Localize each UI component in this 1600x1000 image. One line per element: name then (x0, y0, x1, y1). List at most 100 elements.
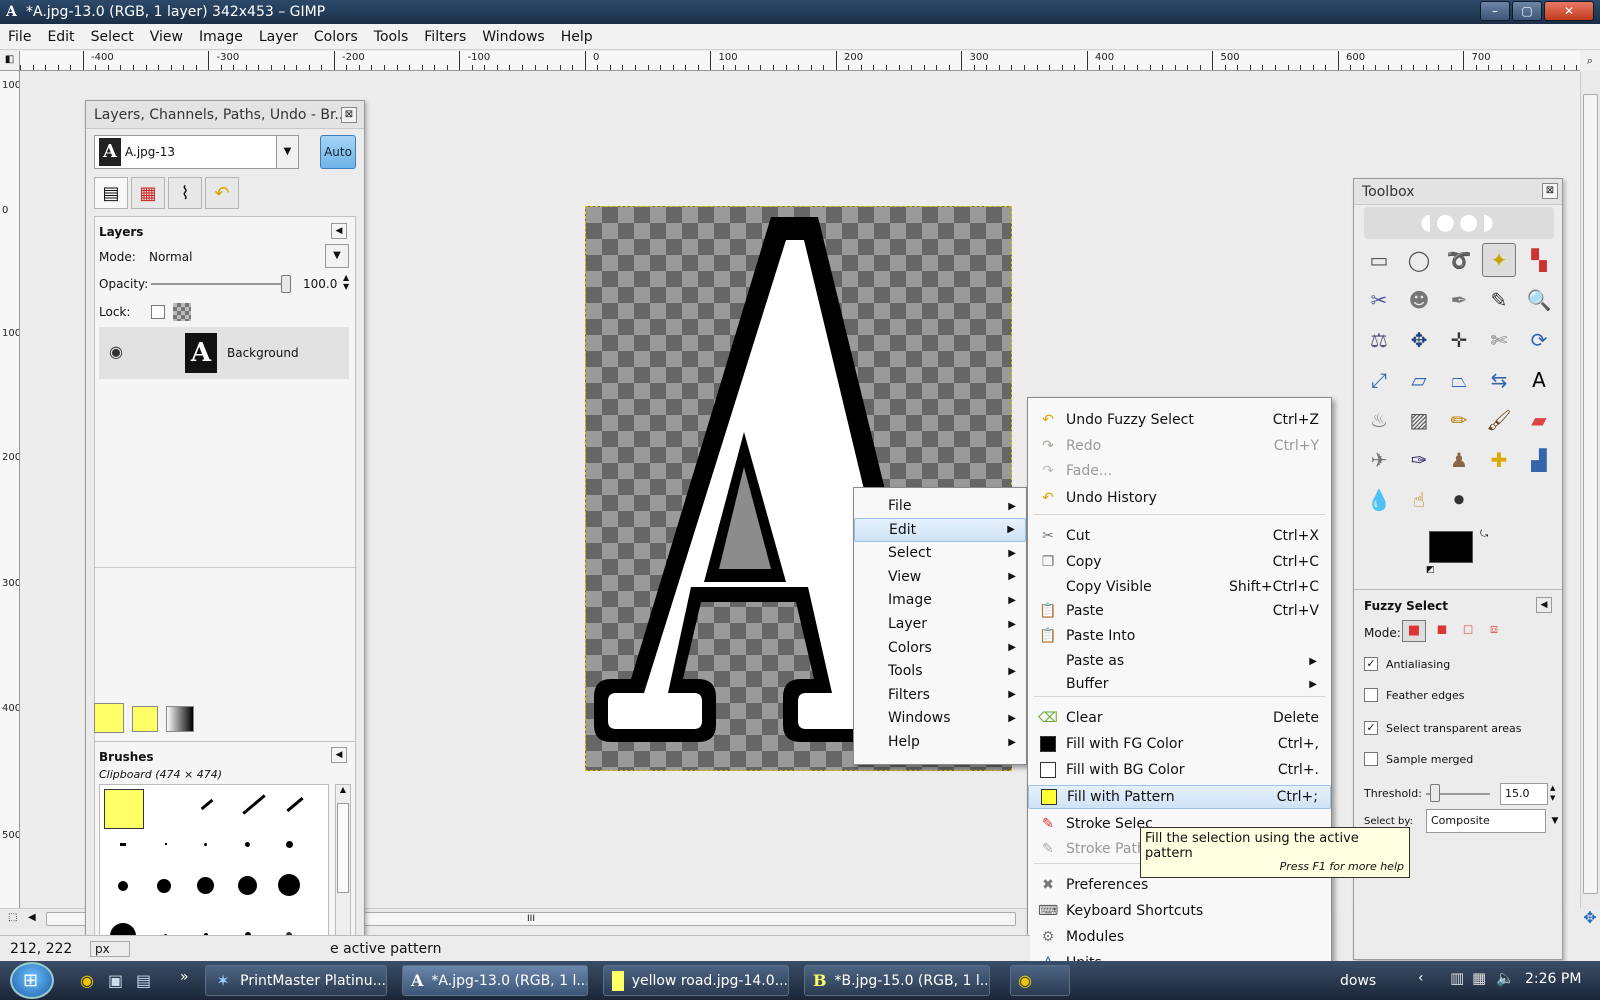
opacity-spinner-icon[interactable]: ▲ ▼ (343, 273, 349, 291)
context-menu-item-tools[interactable]: Tools ▶ (854, 659, 1026, 683)
select-transparent-option[interactable]: ✓ Select transparent areas (1364, 721, 1522, 735)
perspective-tool-icon[interactable]: ⏢ (1442, 363, 1476, 397)
horizontal-ruler[interactable]: -400 -300 -200 -100 0 100 200 300 400 500 600 700 (20, 51, 1580, 71)
menu-filters[interactable]: Filters (416, 29, 474, 45)
threshold-spinner-icon[interactable]: ▲ ▼ (1550, 783, 1555, 803)
edit-menu-item-keyboard-shortcuts[interactable]: ⌨ Keyboard Shortcuts (1028, 899, 1331, 923)
edit-menu-item-fill-with-pattern[interactable]: Fill with Pattern Ctrl+; (1028, 785, 1331, 809)
pattern-swatch-button[interactable] (132, 706, 158, 732)
edit-menu-item-fill-with-bg-color[interactable]: Fill with BG Color Ctrl+. (1028, 758, 1331, 782)
brush-item[interactable] (204, 843, 207, 846)
select-transparent-checkbox[interactable]: ✓ (1364, 721, 1378, 735)
ink-tool-icon[interactable]: ✑ (1402, 443, 1436, 477)
fg-color-swatch[interactable] (1429, 531, 1473, 563)
task-overflow[interactable]: ◉ (1010, 965, 1070, 996)
switch-windows-icon[interactable]: ▤ (136, 971, 151, 990)
airbrush-icon[interactable]: ✈ (1362, 443, 1396, 477)
opacity-value[interactable]: 100.0 (303, 277, 337, 291)
context-menu-item-view[interactable]: View ▶ (854, 565, 1026, 589)
tray-network-icon[interactable]: ▥ (1450, 969, 1464, 987)
toolbox-close-icon[interactable]: ⊠ (1542, 183, 1558, 199)
dodge-burn-icon[interactable]: ⚫ (1442, 483, 1476, 517)
context-menu-item-colors[interactable]: Colors ▶ (854, 636, 1026, 660)
edit-menu-item-clear[interactable]: ⌫ Clear Delete (1028, 706, 1331, 730)
tray-monitor-icon[interactable]: ▦ (1472, 969, 1486, 987)
mode-value[interactable]: Normal (149, 250, 192, 264)
quicklaunch-overflow-icon[interactable]: » (180, 969, 189, 985)
default-colors-icon[interactable]: ◩ (1426, 565, 1435, 575)
tool-options-menu-icon[interactable]: ◀ (1536, 597, 1552, 613)
browser-quicklaunch-icon[interactable]: ◉ (80, 971, 94, 990)
canvas-vscroll-thumb[interactable] (1583, 94, 1598, 894)
scroll-up-icon[interactable]: ▲ (336, 785, 350, 794)
lock-pixels-checkbox[interactable] (151, 305, 165, 319)
menu-colors[interactable]: Colors (306, 29, 366, 45)
brush-item[interactable] (278, 874, 300, 896)
brush-item[interactable] (157, 879, 171, 893)
edit-menu-item-copy-visible[interactable]: Copy Visible Shift+Ctrl+C (1028, 575, 1331, 599)
bucket-fill-icon[interactable]: ♨ (1362, 403, 1396, 437)
rect-select-icon[interactable]: ▭ (1362, 243, 1396, 277)
menu-layer[interactable]: Layer (251, 29, 306, 45)
threshold-input[interactable]: 15.0 (1500, 783, 1548, 805)
measure-tool-icon[interactable]: ⚖ (1362, 323, 1396, 357)
feather-option[interactable]: Feather edges (1364, 688, 1465, 702)
edit-menu-item-paste-as[interactable]: Paste as ▶ (1028, 649, 1331, 673)
menu-image[interactable]: Image (191, 29, 251, 45)
task-gimp-a[interactable]: A *A.jpg-13.0 (RGB, 1 l... (402, 965, 588, 996)
dock-close-icon[interactable]: ⊠ (341, 107, 357, 123)
brush-item[interactable] (242, 794, 266, 815)
edit-menu-item-cut[interactable]: ✂ Cut Ctrl+X (1028, 524, 1331, 548)
edit-menu-item-modules[interactable]: ⚙ Modules (1028, 925, 1331, 949)
brush-swatch-button[interactable] (94, 703, 124, 733)
crop-tool-icon[interactable]: ✄ (1482, 323, 1516, 357)
edit-menu-item-buffer[interactable]: Buffer ▶ (1028, 672, 1331, 696)
start-button[interactable]: ⊞ (10, 962, 54, 999)
brush-item[interactable] (286, 796, 304, 813)
tray-expand-icon[interactable]: ‹ (1418, 970, 1424, 986)
pencil-tool-icon[interactable]: ✏ (1442, 403, 1476, 437)
edit-menu-item-fill-with-fg-color[interactable]: Fill with FG Color Ctrl+, (1028, 732, 1331, 756)
tray-volume-icon[interactable]: 🔈 (1496, 969, 1515, 987)
blend-tool-icon[interactable]: ▨ (1402, 403, 1436, 437)
shear-tool-icon[interactable]: ▱ (1402, 363, 1436, 397)
menu-help[interactable]: Help (553, 29, 601, 45)
brush-item-clipboard[interactable] (104, 789, 144, 829)
zoom-tool-icon[interactable]: 🔍 (1522, 283, 1556, 317)
menu-view[interactable]: View (142, 29, 191, 45)
feather-checkbox[interactable] (1364, 688, 1378, 702)
add-selection-icon[interactable]: ◼ (1430, 620, 1454, 642)
brush-item[interactable] (197, 877, 214, 894)
show-desktop-icon[interactable]: ▣ (108, 971, 123, 990)
menu-select[interactable]: Select (83, 29, 142, 45)
task-printmaster[interactable]: ✶ PrintMaster Platinu... (205, 965, 387, 996)
task-gimp-b[interactable]: B *B.jpg-15.0 (RGB, 1 l... (804, 965, 990, 996)
context-menu-item-filters[interactable]: Filters ▶ (854, 683, 1026, 707)
antialiasing-option[interactable]: ✓ Antialiasing (1364, 657, 1450, 671)
align-tool-icon[interactable]: ✛ (1442, 323, 1476, 357)
context-menu-item-windows[interactable]: Windows ▶ (854, 706, 1026, 730)
threshold-slider-thumb[interactable] (1429, 784, 1440, 802)
layers-tab[interactable]: ▤ (94, 177, 128, 209)
edit-menu-item-paste[interactable]: 📋 Paste Ctrl+V (1028, 599, 1331, 623)
brush-item[interactable] (238, 876, 257, 895)
scroll-left-icon[interactable]: ◀ (28, 912, 36, 923)
smudge-tool-icon[interactable]: ☝ (1402, 483, 1436, 517)
menu-file[interactable]: File (0, 29, 39, 45)
undo-tab[interactable]: ↶ (205, 177, 239, 209)
flip-tool-icon[interactable]: ⇆ (1482, 363, 1516, 397)
edit-menu-item-undo-fuzzy-select[interactable]: ↶ Undo Fuzzy Select Ctrl+Z (1028, 408, 1331, 432)
select-by-color-icon[interactable]: ▚ (1522, 243, 1556, 277)
close-button[interactable]: ✕ (1544, 1, 1594, 21)
move-tool-icon[interactable]: ✥ (1402, 323, 1436, 357)
layer-row-background[interactable]: ◉ A Background (99, 327, 349, 379)
ruler-corner-icon[interactable]: ◧ (0, 51, 20, 71)
eye-visibility-icon[interactable]: ◉ (109, 342, 123, 361)
auto-button[interactable]: Auto (320, 135, 356, 169)
brush-item[interactable] (200, 798, 214, 811)
ellipse-select-icon[interactable]: ◯ (1402, 243, 1436, 277)
intersect-selection-icon[interactable]: ⧈ (1482, 620, 1506, 642)
brush-item[interactable] (120, 843, 126, 846)
fuzzy-select-icon[interactable]: ✦ (1482, 243, 1516, 277)
select-by-dropdown[interactable]: Composite (1426, 809, 1546, 833)
